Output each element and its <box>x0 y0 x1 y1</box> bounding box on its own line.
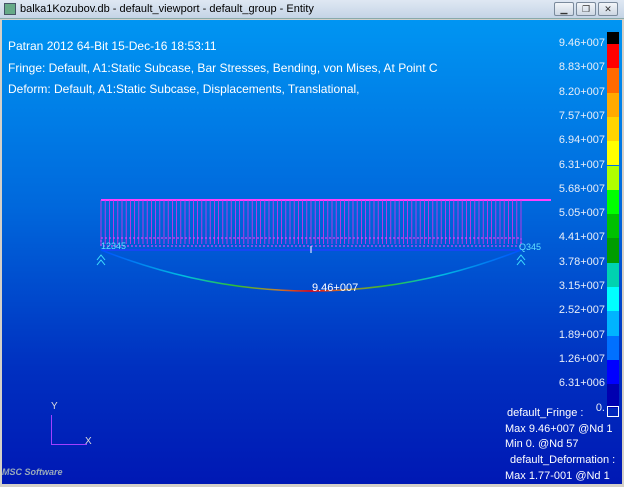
graphics-viewport[interactable]: Patran 2012 64-Bit 15-Dec-16 18:53:11 Fr… <box>2 20 622 484</box>
legend-fringe-title: default_Fringe : <box>507 407 584 419</box>
color-bar-segment <box>607 335 619 360</box>
color-bar-segment <box>607 116 619 142</box>
color-bar-label: 3.15+007 <box>558 280 605 292</box>
color-bar-segment <box>607 238 619 263</box>
node-label-left: 12345 <box>101 241 126 251</box>
color-bar-label: 9.46+007 <box>558 37 605 49</box>
color-bar-segment <box>607 311 619 336</box>
legend-fringe-min: Min 0. @Nd 57 <box>505 438 579 450</box>
color-bar-segment <box>607 262 619 287</box>
app-icon <box>4 3 16 15</box>
color-bar-segment <box>607 92 619 117</box>
minimize-button[interactable]: ▁ <box>554 2 574 16</box>
restore-button[interactable]: ❐ <box>576 2 596 16</box>
legend-deform-title: default_Deformation : <box>510 454 616 466</box>
legend-deform-max: Max 1.77-001 @Nd 1 <box>505 470 610 482</box>
axis-triad-icon <box>51 415 87 445</box>
color-bar-segment <box>607 287 619 312</box>
legend-fringe-max: Max 9.46+007 @Nd 1 <box>505 423 613 435</box>
color-bar-label: 3.78+007 <box>558 255 605 268</box>
color-bar-segment <box>607 165 619 190</box>
node-label-right: Q345 <box>519 242 541 252</box>
color-bar-segment <box>607 68 619 93</box>
title-bar: balka1Kozubov.db - default_viewport - de… <box>0 0 624 19</box>
color-bar-label: 8.20+007 <box>558 85 605 98</box>
color-bar-segment <box>607 32 619 44</box>
constraint-icon <box>96 254 106 266</box>
color-bar-segment <box>607 44 619 69</box>
color-bar-label: 6.31+006 <box>558 377 605 390</box>
max-value-label: 9.46+007 <box>312 282 358 294</box>
color-bar-segment <box>607 405 619 417</box>
msc-software-logo: MSC Software <box>2 467 63 477</box>
color-bar-segment <box>607 214 619 239</box>
color-bar-label: 4.41+007 <box>558 231 605 244</box>
window-title: balka1Kozubov.db - default_viewport - de… <box>20 3 314 15</box>
color-bar-label: 5.05+007 <box>558 207 605 220</box>
color-bar-label: 6.31+007 <box>558 158 605 171</box>
color-bar-label: 6.94+007 <box>558 134 605 147</box>
color-bar-label: 1.89+007 <box>558 328 605 341</box>
color-bar-label: 8.83+007 <box>558 61 605 74</box>
color-bar-label: 0. <box>595 401 605 414</box>
color-bar-label: 2.52+007 <box>558 304 605 317</box>
color-bar-label: 1.26+007 <box>558 352 605 365</box>
color-bar-label: 5.68+007 <box>558 182 605 195</box>
color-bar-label: 7.57+007 <box>558 109 605 122</box>
beam-deformed <box>100 249 522 292</box>
color-bar-segment <box>607 141 619 166</box>
color-bar-segment <box>607 189 619 215</box>
constraint-icon <box>516 254 526 266</box>
close-button[interactable]: ✕ <box>598 2 618 16</box>
axis-y-label: Y <box>51 401 58 412</box>
color-bar-segment <box>607 359 619 385</box>
